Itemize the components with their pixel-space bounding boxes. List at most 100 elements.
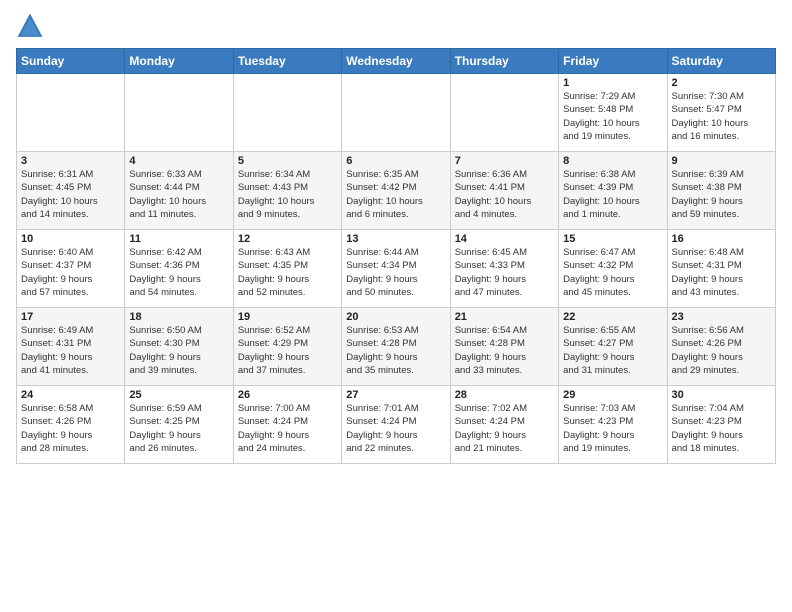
day-number: 4 (129, 155, 228, 167)
day-cell: 5Sunrise: 6:34 AM Sunset: 4:43 PM Daylig… (233, 152, 341, 230)
day-cell: 27Sunrise: 7:01 AM Sunset: 4:24 PM Dayli… (342, 386, 450, 464)
day-cell: 14Sunrise: 6:45 AM Sunset: 4:33 PM Dayli… (450, 230, 558, 308)
day-info: Sunrise: 6:40 AM Sunset: 4:37 PM Dayligh… (21, 246, 120, 299)
day-number: 2 (672, 77, 771, 89)
day-number: 20 (346, 311, 445, 323)
header-cell-tuesday: Tuesday (233, 49, 341, 74)
day-cell (17, 74, 125, 152)
day-cell: 22Sunrise: 6:55 AM Sunset: 4:27 PM Dayli… (559, 308, 667, 386)
day-info: Sunrise: 6:48 AM Sunset: 4:31 PM Dayligh… (672, 246, 771, 299)
day-cell: 15Sunrise: 6:47 AM Sunset: 4:32 PM Dayli… (559, 230, 667, 308)
day-info: Sunrise: 6:56 AM Sunset: 4:26 PM Dayligh… (672, 324, 771, 377)
day-number: 24 (21, 389, 120, 401)
day-info: Sunrise: 6:31 AM Sunset: 4:45 PM Dayligh… (21, 168, 120, 221)
day-cell: 30Sunrise: 7:04 AM Sunset: 4:23 PM Dayli… (667, 386, 775, 464)
day-info: Sunrise: 6:43 AM Sunset: 4:35 PM Dayligh… (238, 246, 337, 299)
day-number: 6 (346, 155, 445, 167)
day-number: 17 (21, 311, 120, 323)
logo-icon (16, 12, 44, 40)
day-info: Sunrise: 6:34 AM Sunset: 4:43 PM Dayligh… (238, 168, 337, 221)
day-info: Sunrise: 6:44 AM Sunset: 4:34 PM Dayligh… (346, 246, 445, 299)
logo (16, 12, 48, 40)
day-number: 3 (21, 155, 120, 167)
header-row: SundayMondayTuesdayWednesdayThursdayFrid… (17, 49, 776, 74)
day-number: 22 (563, 311, 662, 323)
day-info: Sunrise: 6:36 AM Sunset: 4:41 PM Dayligh… (455, 168, 554, 221)
day-number: 8 (563, 155, 662, 167)
day-number: 25 (129, 389, 228, 401)
week-row-2: 10Sunrise: 6:40 AM Sunset: 4:37 PM Dayli… (17, 230, 776, 308)
day-number: 5 (238, 155, 337, 167)
day-cell: 19Sunrise: 6:52 AM Sunset: 4:29 PM Dayli… (233, 308, 341, 386)
day-number: 30 (672, 389, 771, 401)
week-row-4: 24Sunrise: 6:58 AM Sunset: 4:26 PM Dayli… (17, 386, 776, 464)
calendar-body: 1Sunrise: 7:29 AM Sunset: 5:48 PM Daylig… (17, 74, 776, 464)
day-info: Sunrise: 6:50 AM Sunset: 4:30 PM Dayligh… (129, 324, 228, 377)
day-cell: 29Sunrise: 7:03 AM Sunset: 4:23 PM Dayli… (559, 386, 667, 464)
day-info: Sunrise: 6:58 AM Sunset: 4:26 PM Dayligh… (21, 402, 120, 455)
day-info: Sunrise: 7:01 AM Sunset: 4:24 PM Dayligh… (346, 402, 445, 455)
day-number: 26 (238, 389, 337, 401)
day-cell: 9Sunrise: 6:39 AM Sunset: 4:38 PM Daylig… (667, 152, 775, 230)
day-info: Sunrise: 7:04 AM Sunset: 4:23 PM Dayligh… (672, 402, 771, 455)
day-number: 15 (563, 233, 662, 245)
day-info: Sunrise: 7:02 AM Sunset: 4:24 PM Dayligh… (455, 402, 554, 455)
day-cell: 28Sunrise: 7:02 AM Sunset: 4:24 PM Dayli… (450, 386, 558, 464)
week-row-0: 1Sunrise: 7:29 AM Sunset: 5:48 PM Daylig… (17, 74, 776, 152)
day-cell: 1Sunrise: 7:29 AM Sunset: 5:48 PM Daylig… (559, 74, 667, 152)
day-info: Sunrise: 6:49 AM Sunset: 4:31 PM Dayligh… (21, 324, 120, 377)
header-cell-saturday: Saturday (667, 49, 775, 74)
day-cell: 16Sunrise: 6:48 AM Sunset: 4:31 PM Dayli… (667, 230, 775, 308)
day-info: Sunrise: 6:54 AM Sunset: 4:28 PM Dayligh… (455, 324, 554, 377)
day-cell (450, 74, 558, 152)
header-cell-monday: Monday (125, 49, 233, 74)
day-cell: 13Sunrise: 6:44 AM Sunset: 4:34 PM Dayli… (342, 230, 450, 308)
day-info: Sunrise: 6:42 AM Sunset: 4:36 PM Dayligh… (129, 246, 228, 299)
day-info: Sunrise: 7:00 AM Sunset: 4:24 PM Dayligh… (238, 402, 337, 455)
day-cell: 23Sunrise: 6:56 AM Sunset: 4:26 PM Dayli… (667, 308, 775, 386)
day-number: 11 (129, 233, 228, 245)
day-info: Sunrise: 6:52 AM Sunset: 4:29 PM Dayligh… (238, 324, 337, 377)
day-cell (233, 74, 341, 152)
day-info: Sunrise: 6:53 AM Sunset: 4:28 PM Dayligh… (346, 324, 445, 377)
day-cell: 3Sunrise: 6:31 AM Sunset: 4:45 PM Daylig… (17, 152, 125, 230)
day-cell: 26Sunrise: 7:00 AM Sunset: 4:24 PM Dayli… (233, 386, 341, 464)
day-number: 12 (238, 233, 337, 245)
day-number: 28 (455, 389, 554, 401)
day-info: Sunrise: 7:29 AM Sunset: 5:48 PM Dayligh… (563, 90, 662, 143)
day-cell (342, 74, 450, 152)
day-info: Sunrise: 6:33 AM Sunset: 4:44 PM Dayligh… (129, 168, 228, 221)
day-cell: 12Sunrise: 6:43 AM Sunset: 4:35 PM Dayli… (233, 230, 341, 308)
day-cell: 8Sunrise: 6:38 AM Sunset: 4:39 PM Daylig… (559, 152, 667, 230)
page: SundayMondayTuesdayWednesdayThursdayFrid… (0, 0, 792, 476)
day-number: 29 (563, 389, 662, 401)
day-number: 19 (238, 311, 337, 323)
day-cell: 2Sunrise: 7:30 AM Sunset: 5:47 PM Daylig… (667, 74, 775, 152)
header (16, 12, 776, 40)
day-number: 13 (346, 233, 445, 245)
day-cell: 6Sunrise: 6:35 AM Sunset: 4:42 PM Daylig… (342, 152, 450, 230)
day-info: Sunrise: 6:39 AM Sunset: 4:38 PM Dayligh… (672, 168, 771, 221)
day-info: Sunrise: 6:45 AM Sunset: 4:33 PM Dayligh… (455, 246, 554, 299)
day-number: 10 (21, 233, 120, 245)
day-cell: 11Sunrise: 6:42 AM Sunset: 4:36 PM Dayli… (125, 230, 233, 308)
day-info: Sunrise: 7:03 AM Sunset: 4:23 PM Dayligh… (563, 402, 662, 455)
header-cell-wednesday: Wednesday (342, 49, 450, 74)
day-cell: 10Sunrise: 6:40 AM Sunset: 4:37 PM Dayli… (17, 230, 125, 308)
week-row-1: 3Sunrise: 6:31 AM Sunset: 4:45 PM Daylig… (17, 152, 776, 230)
day-number: 1 (563, 77, 662, 89)
header-cell-sunday: Sunday (17, 49, 125, 74)
day-cell: 25Sunrise: 6:59 AM Sunset: 4:25 PM Dayli… (125, 386, 233, 464)
day-number: 16 (672, 233, 771, 245)
day-info: Sunrise: 7:30 AM Sunset: 5:47 PM Dayligh… (672, 90, 771, 143)
week-row-3: 17Sunrise: 6:49 AM Sunset: 4:31 PM Dayli… (17, 308, 776, 386)
day-number: 27 (346, 389, 445, 401)
day-info: Sunrise: 6:55 AM Sunset: 4:27 PM Dayligh… (563, 324, 662, 377)
day-info: Sunrise: 6:38 AM Sunset: 4:39 PM Dayligh… (563, 168, 662, 221)
day-number: 14 (455, 233, 554, 245)
day-number: 23 (672, 311, 771, 323)
day-cell: 4Sunrise: 6:33 AM Sunset: 4:44 PM Daylig… (125, 152, 233, 230)
day-info: Sunrise: 6:35 AM Sunset: 4:42 PM Dayligh… (346, 168, 445, 221)
header-cell-thursday: Thursday (450, 49, 558, 74)
day-cell (125, 74, 233, 152)
